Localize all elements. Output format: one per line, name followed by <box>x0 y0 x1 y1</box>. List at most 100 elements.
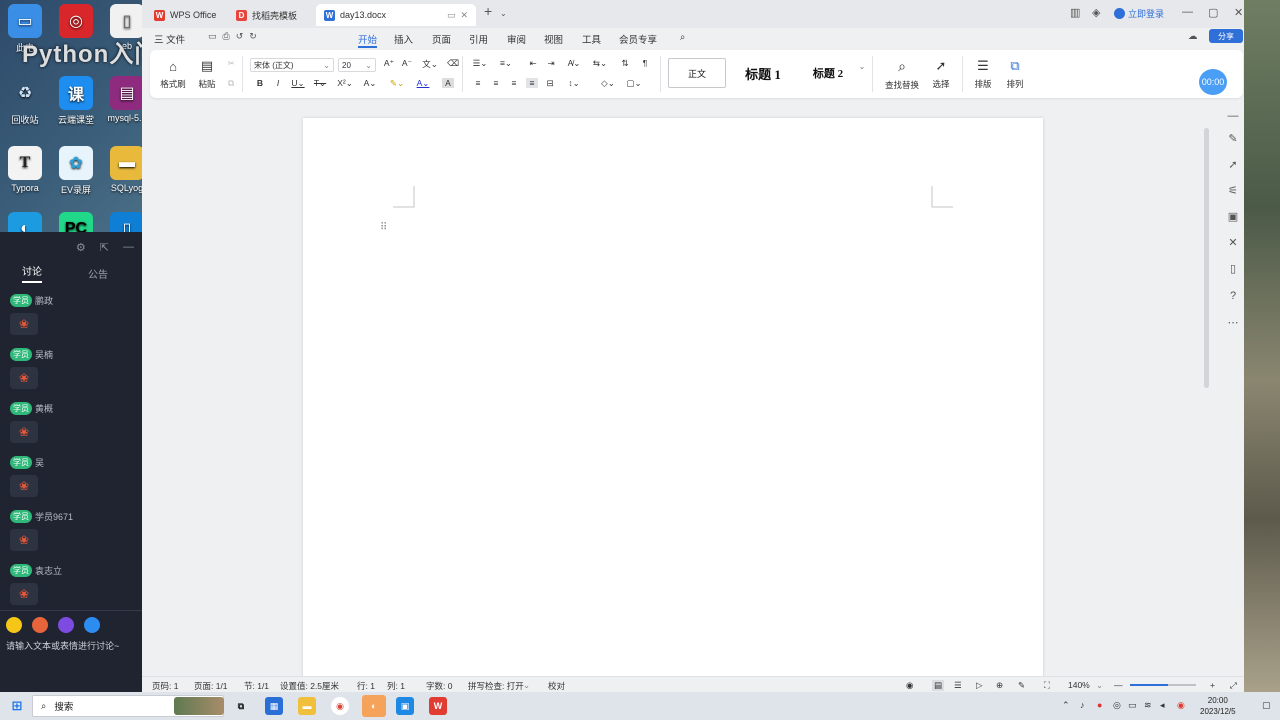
status-spellcheck[interactable]: 拼写检查: 打开 <box>468 680 524 692</box>
chat-input[interactable]: 请输入文本或表情进行讨论~ <box>6 639 136 652</box>
qq-browser-icon[interactable]: ◐ <box>362 695 386 717</box>
zoom-in-icon[interactable]: + <box>1210 680 1215 690</box>
edit-icon[interactable]: ✎ <box>1226 132 1240 146</box>
clear-format-icon[interactable]: ⌫ <box>446 58 460 69</box>
superscript-icon[interactable]: X²⌄ <box>336 78 354 89</box>
chrome-icon[interactable]: ◉ <box>331 697 349 715</box>
highlight-icon[interactable]: ✎⌄ <box>388 78 406 89</box>
paragraph-drag-handle-icon[interactable]: ⠿ <box>380 222 387 233</box>
wps-taskbar-icon[interactable]: W <box>429 697 447 715</box>
search-icon[interactable]: ⌕ <box>680 32 685 43</box>
menu-page[interactable]: 页面 <box>432 32 451 46</box>
decrease-indent-icon[interactable]: ⇤ <box>526 58 540 69</box>
minimize-window-icon[interactable]: — <box>1182 6 1193 18</box>
italic-icon[interactable]: I <box>272 78 284 88</box>
shrink-font-icon[interactable]: A⁻ <box>400 58 414 69</box>
tab-day13-docx[interactable]: W day13.docx ▭ ✕ <box>316 4 476 26</box>
maximize-window-icon[interactable]: ▢ <box>1208 6 1218 19</box>
tab-sync-icon[interactable]: ▭ <box>447 10 456 21</box>
menu-file[interactable]: 三 文件 <box>154 32 185 46</box>
file-explorer-icon[interactable]: ▬ <box>298 697 316 715</box>
menu-member[interactable]: 会员专享 <box>619 32 657 46</box>
menu-tools[interactable]: 工具 <box>582 32 601 46</box>
desktop-icon-typora[interactable]: T Typora <box>0 146 50 193</box>
show-marks-icon[interactable]: ¶ <box>638 58 652 68</box>
format-painter-button[interactable]: ⌂ 格式刷 <box>156 56 190 92</box>
outline-view-icon[interactable]: ☰ <box>954 680 962 691</box>
desktop-icon-ev-recorder[interactable]: ✿ EV录屏 <box>51 146 101 196</box>
help-icon[interactable]: ? <box>1226 290 1240 304</box>
wps-tray-icon[interactable]: ◉ <box>1177 700 1187 710</box>
font-name-select[interactable]: 宋体 (正文) ⌄ <box>250 58 334 72</box>
image-edit-icon[interactable]: ▣ <box>1226 210 1240 224</box>
wifi-icon[interactable]: ≋ <box>1144 700 1154 710</box>
align-right-icon[interactable]: ≡ <box>508 78 520 88</box>
desktop-icon-partial-1[interactable]: ◐ <box>0 212 50 232</box>
paste-button[interactable]: ▤ 粘贴 <box>192 56 222 92</box>
font-color-icon[interactable]: A⌄ <box>414 78 432 89</box>
copy-icon[interactable]: ⧉ <box>224 78 238 89</box>
cut-icon[interactable]: ✂ <box>224 58 238 69</box>
close-window-icon[interactable]: ✕ <box>1234 6 1243 19</box>
bold-icon[interactable]: B <box>254 78 266 88</box>
bullet-list-icon[interactable]: ☰⌄ <box>470 58 490 69</box>
select-button[interactable]: ➚ 选择 <box>926 56 956 92</box>
fullscreen-icon[interactable]: ⤢ <box>1230 680 1237 691</box>
find-replace-button[interactable]: ⌕ 查找替换 <box>880 56 924 92</box>
desktop-icon-sqlyog[interactable]: ▬ SQLyog <box>102 146 142 193</box>
minimize-icon[interactable]: — <box>123 241 134 253</box>
windows-start-icon[interactable]: ⊞ <box>8 697 26 715</box>
styles-more-icon[interactable]: ⌄ <box>858 62 866 71</box>
arrange-button[interactable]: ⧉ 排列 <box>1000 56 1030 92</box>
desktop-icon-pycharm[interactable]: PC <box>51 212 101 232</box>
text-direction-icon[interactable]: A̸⌄ <box>564 58 584 69</box>
distribute-icon[interactable]: ⊟ <box>544 78 556 89</box>
zoom-chevron-icon[interactable]: ⌄ <box>1096 680 1103 691</box>
desktop-icon-mysql[interactable]: ▤ mysql-5.7 <box>102 76 142 123</box>
style-heading-2[interactable]: 标题 2 <box>800 58 856 88</box>
document-page[interactable]: ⠿ <box>303 118 1043 678</box>
align-center-icon[interactable]: ≡ <box>490 78 502 88</box>
align-left-icon[interactable]: ≡ <box>472 78 484 88</box>
status-pages[interactable]: 页面: 1/1 <box>194 680 228 692</box>
status-page-number[interactable]: 页码: 1 <box>152 680 178 692</box>
sort-icon[interactable]: ⇅ <box>618 58 632 69</box>
status-col[interactable]: 列: 1 <box>387 680 405 692</box>
style-heading-1[interactable]: 标题 1 <box>732 58 794 88</box>
login-button[interactable]: 立即登录 <box>1114 7 1164 20</box>
flash-icon[interactable] <box>58 617 74 633</box>
menu-view[interactable]: 视图 <box>544 32 563 46</box>
select-tool-icon[interactable]: ➚ <box>1226 158 1240 172</box>
line-spacing-swap-icon[interactable]: ⇆⌄ <box>590 58 610 69</box>
classroom-app-icon[interactable]: ▣ <box>396 697 414 715</box>
status-section[interactable]: 节: 1/1 <box>244 680 269 692</box>
menu-review[interactable]: 审阅 <box>507 32 526 46</box>
zoom-slider[interactable] <box>1130 684 1196 686</box>
grow-font-icon[interactable]: A⁺ <box>382 58 396 69</box>
justify-icon[interactable]: ≡ <box>526 78 538 88</box>
tab-list-chevron-icon[interactable]: ⌄ <box>500 9 507 18</box>
layout-button[interactable]: ☰ 排版 <box>968 56 998 92</box>
web-view-icon[interactable]: ⊕ <box>996 680 1003 691</box>
gift-icon[interactable] <box>32 617 48 633</box>
image-icon[interactable] <box>84 617 100 633</box>
status-proofread[interactable]: 校对 <box>548 680 565 692</box>
desktop-icon-partial-3[interactable]: ▯ <box>102 212 142 232</box>
more-icon[interactable]: ⋯ <box>1226 316 1240 330</box>
vertical-scrollbar[interactable] <box>1204 128 1209 388</box>
skin-icon[interactable]: ◈ <box>1092 6 1100 19</box>
recording-timer[interactable]: 00:00 <box>1199 69 1227 95</box>
numbered-list-icon[interactable]: ≡⌄ <box>496 58 516 69</box>
zoom-level[interactable]: 140% <box>1068 680 1090 690</box>
notification-icon[interactable]: ▢ <box>1262 700 1272 710</box>
cloud-sync-icon[interactable]: ☁ <box>1188 31 1198 42</box>
camera-icon[interactable]: ◎ <box>1113 700 1123 710</box>
antivirus-icon[interactable]: ● <box>1097 700 1107 710</box>
menu-reference[interactable]: 引用 <box>469 32 488 46</box>
strikethrough-icon[interactable]: T⌄ <box>312 78 328 89</box>
tab-discussion[interactable]: 讨论 <box>22 263 42 283</box>
page-view-icon[interactable]: ▤ <box>932 680 945 691</box>
style-normal[interactable]: 正文 <box>668 58 726 88</box>
tab-docer[interactable]: D 找稻壳模板 <box>228 4 305 26</box>
underline-icon[interactable]: U⌄ <box>290 78 306 89</box>
